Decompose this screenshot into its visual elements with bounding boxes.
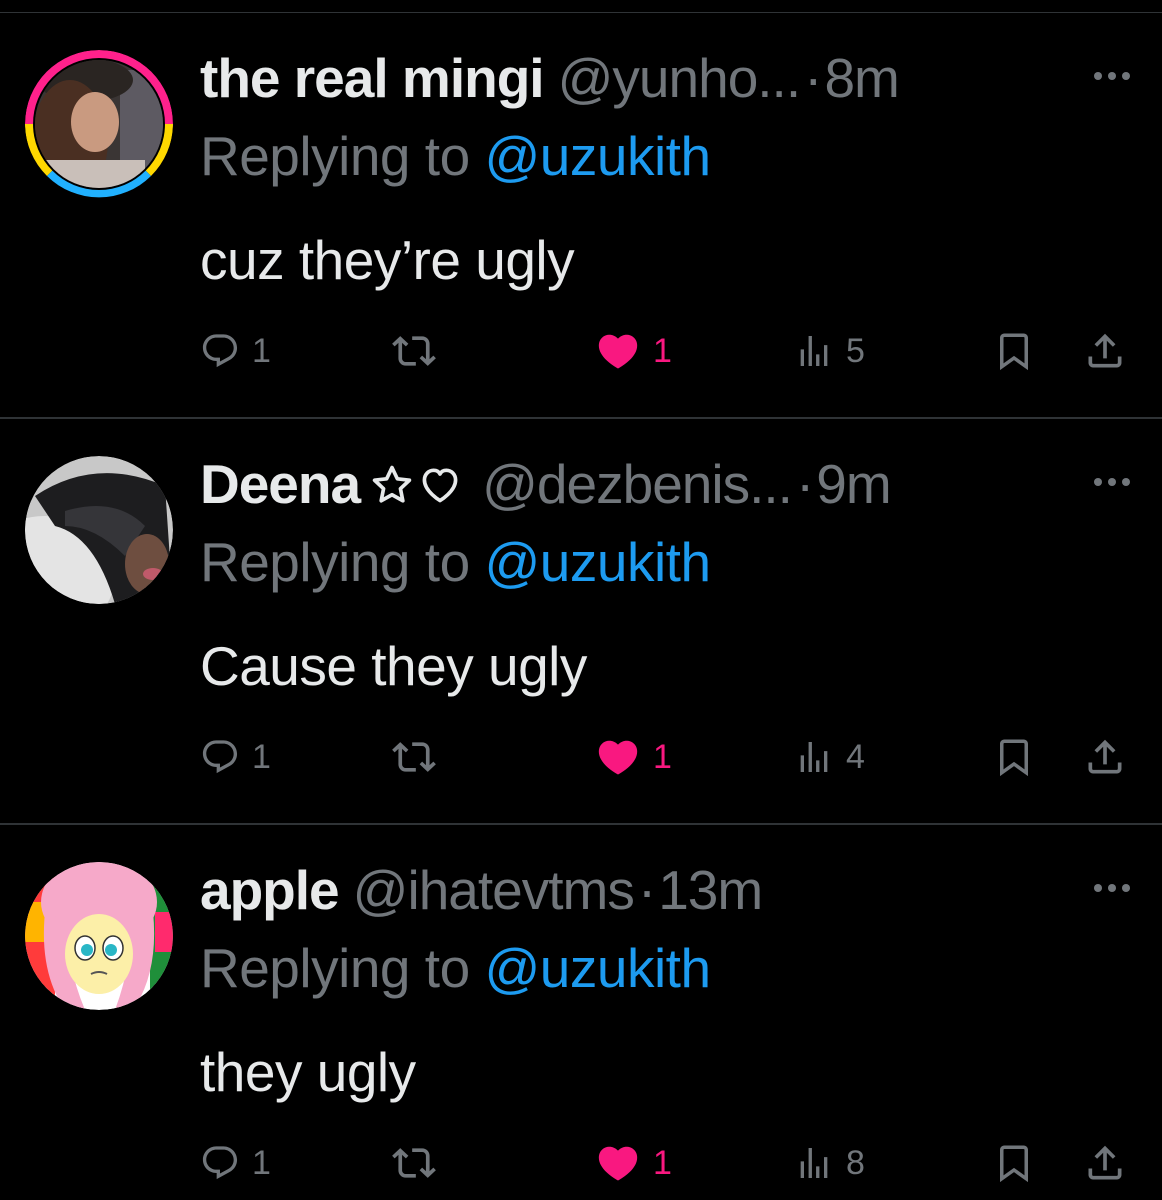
separator-dot: ·	[795, 453, 815, 515]
reply-button[interactable]: 1	[200, 735, 271, 779]
replying-to: Replying to @uzukith	[200, 933, 711, 1003]
bookmark-icon	[1000, 1145, 1028, 1183]
mention-link[interactable]: @uzukith	[484, 531, 711, 593]
heart-filled-icon	[598, 334, 638, 369]
like-count: 1	[653, 1143, 672, 1182]
share-icon	[1088, 1145, 1122, 1180]
separator-dot: ·	[637, 859, 657, 921]
share-icon	[1088, 333, 1122, 368]
retweet-icon	[392, 742, 436, 772]
user-handle[interactable]: @ihatevtms	[353, 859, 635, 921]
view-count: 5	[846, 331, 865, 370]
tweet[interactable]: apple @ihatevtms·13m Replying to @uzukith…	[0, 825, 1162, 1200]
like-button[interactable]: 1	[595, 735, 672, 779]
more-options-icon[interactable]	[1090, 472, 1134, 492]
views-icon	[800, 336, 828, 366]
replying-label: Replying to	[200, 937, 470, 999]
timestamp[interactable]: 13m	[658, 859, 763, 921]
like-button[interactable]: 1	[595, 1141, 672, 1185]
replying-to: Replying to @uzukith	[200, 121, 711, 191]
display-name[interactable]: apple	[200, 859, 340, 921]
reply-icon	[202, 334, 238, 368]
retweet-button[interactable]	[392, 735, 436, 779]
tweet-text: cuz they’re ugly	[200, 229, 575, 291]
star-outline-icon	[372, 465, 412, 503]
share-icon	[1088, 739, 1122, 774]
views-icon	[800, 742, 828, 772]
avatar[interactable]	[25, 862, 173, 1010]
display-name[interactable]: the real mingi	[200, 47, 545, 109]
reply-button[interactable]: 1	[200, 1141, 271, 1185]
reply-icon	[202, 740, 238, 774]
reply-count: 1	[252, 737, 271, 776]
timestamp[interactable]: 8m	[824, 47, 899, 109]
display-name[interactable]: Deena	[200, 453, 361, 515]
heart-filled-icon	[598, 1146, 638, 1181]
like-count: 1	[653, 331, 672, 370]
mention-link[interactable]: @uzukith	[484, 125, 711, 187]
timestamp[interactable]: 9m	[816, 453, 891, 515]
like-count: 1	[653, 737, 672, 776]
bookmark-button[interactable]	[993, 1141, 1035, 1185]
tweet-text: they ugly	[200, 1041, 416, 1103]
retweet-icon	[392, 1148, 436, 1178]
bookmark-icon	[1000, 333, 1028, 371]
tweet-header: the real mingi @yunho...·8m	[200, 43, 900, 113]
bookmark-button[interactable]	[993, 329, 1035, 373]
tweet-header: Deena @dezbenis...·9m	[200, 449, 892, 519]
reply-icon	[202, 1146, 238, 1180]
retweet-button[interactable]	[392, 329, 436, 373]
more-options-icon[interactable]	[1090, 878, 1134, 898]
bookmark-icon	[1000, 739, 1028, 777]
replying-label: Replying to	[200, 125, 470, 187]
views-button[interactable]: 5	[794, 329, 865, 373]
avatar[interactable]	[25, 456, 173, 604]
retweet-button[interactable]	[392, 1141, 436, 1185]
retweet-icon	[392, 336, 436, 366]
tweet[interactable]: Deena @dezbenis...·9m Replying to @uzukit…	[0, 419, 1162, 825]
views-button[interactable]: 4	[794, 735, 865, 779]
separator-dot: ·	[804, 47, 823, 109]
heart-outline-icon	[422, 468, 458, 503]
heart-filled-icon	[598, 740, 638, 775]
tweet-text: Cause they ugly	[200, 635, 587, 697]
replying-to: Replying to @uzukith	[200, 527, 711, 597]
reply-button[interactable]: 1	[200, 329, 271, 373]
avatar[interactable]	[25, 50, 173, 198]
user-handle[interactable]: @yunho...	[558, 47, 802, 109]
mention-link[interactable]: @uzukith	[484, 937, 711, 999]
reply-count: 1	[252, 331, 271, 370]
user-handle[interactable]: @dezbenis...	[482, 453, 793, 515]
name-emoji	[370, 453, 462, 523]
bookmark-button[interactable]	[993, 735, 1035, 779]
like-button[interactable]: 1	[595, 329, 672, 373]
replying-label: Replying to	[200, 531, 470, 593]
tweet[interactable]: the real mingi @yunho...·8m Replying to @…	[0, 13, 1162, 419]
share-button[interactable]	[1083, 735, 1127, 779]
reply-count: 1	[252, 1143, 271, 1182]
share-button[interactable]	[1083, 329, 1127, 373]
views-button[interactable]: 8	[794, 1141, 865, 1185]
tweet-header: apple @ihatevtms·13m	[200, 855, 763, 925]
view-count: 8	[846, 1143, 865, 1182]
views-icon	[800, 1148, 828, 1178]
more-options-icon[interactable]	[1090, 66, 1134, 86]
view-count: 4	[846, 737, 865, 776]
share-button[interactable]	[1083, 1141, 1127, 1185]
